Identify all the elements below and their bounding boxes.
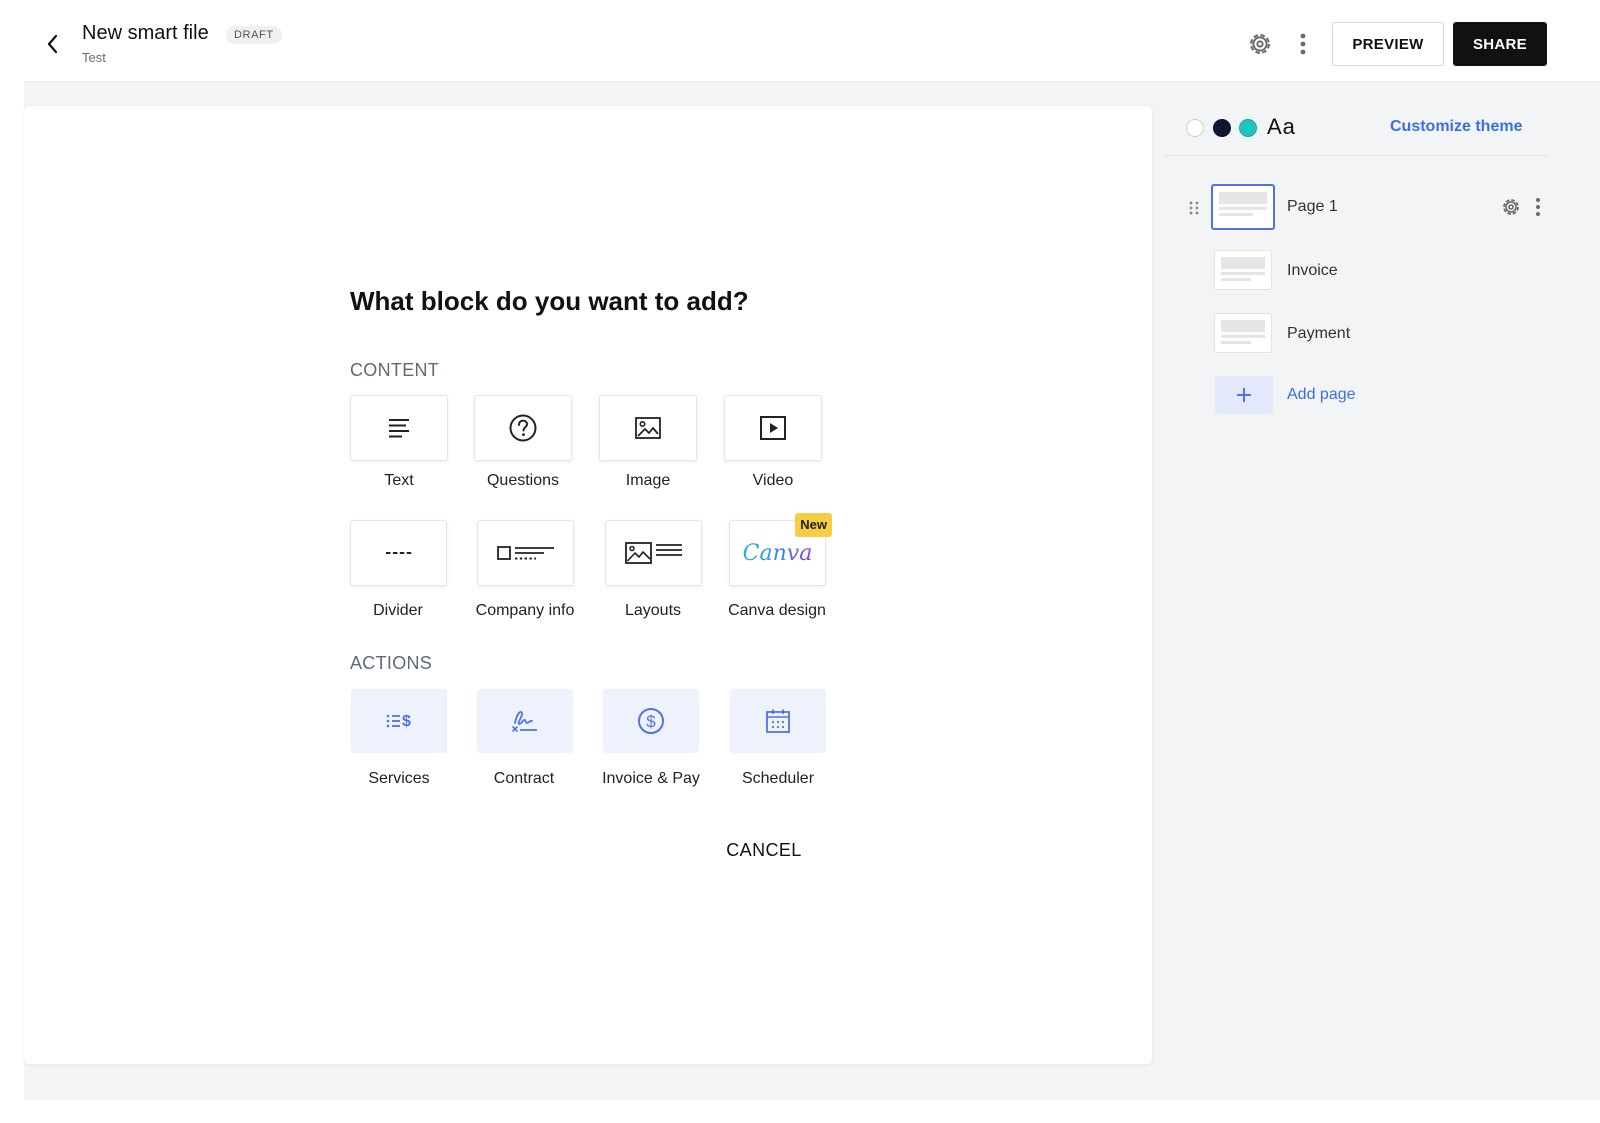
app-window: New smart file DRAFT Test PREVIEW SHARE … [24, 0, 1600, 1100]
block-layouts-label[interactable]: Layouts [583, 602, 723, 620]
theme-swatch-white[interactable] [1186, 119, 1204, 137]
signature-icon [512, 710, 537, 732]
layouts-icon [624, 542, 682, 564]
svg-text:$: $ [402, 713, 411, 730]
page-item-invoice[interactable]: Invoice [1164, 250, 1548, 298]
block-scheduler-label[interactable]: Scheduler [708, 770, 848, 788]
block-invoice-pay-label[interactable]: Invoice & Pay [581, 770, 721, 788]
services-icon: $ [386, 713, 411, 730]
theme-swatch-navy[interactable] [1213, 119, 1231, 137]
theme-font-sample[interactable]: Aa [1267, 114, 1296, 140]
divider-icon [385, 552, 412, 554]
block-contract-label[interactable]: Contract [454, 770, 594, 788]
file-title: New smart file [82, 22, 209, 44]
block-video-tile[interactable] [724, 395, 822, 461]
block-contract-tile[interactable] [477, 689, 573, 753]
page-item-page-1[interactable]: Page 1 [1164, 184, 1548, 232]
editor-canvas: What block do you want to add? CONTENT T… [24, 106, 1152, 1064]
status-badge: DRAFT [226, 26, 282, 44]
page-sidebar: Aa Customize theme Page 1 Invoice Paymen… [1164, 94, 1600, 1064]
customize-theme-link[interactable]: Customize theme [1390, 118, 1522, 136]
more-vertical-icon[interactable] [1528, 196, 1548, 218]
block-company-info-label[interactable]: Company info [455, 602, 595, 620]
page-item-payment[interactable]: Payment [1164, 313, 1548, 361]
page-thumbnail[interactable] [1214, 250, 1272, 290]
add-page-button[interactable] [1215, 376, 1273, 414]
file-subtitle: Test [82, 50, 106, 65]
page-thumbnail[interactable] [1211, 184, 1275, 230]
block-text-label[interactable]: Text [329, 472, 469, 490]
canva-logo: Canva [742, 540, 813, 566]
page-label: Page 1 [1287, 198, 1338, 215]
gear-icon[interactable] [1500, 196, 1522, 218]
theme-row: Aa Customize theme [1164, 94, 1548, 156]
company-info-icon [496, 546, 554, 560]
block-canva-design-label[interactable]: Canva design [707, 602, 847, 620]
block-divider-tile[interactable] [350, 520, 447, 586]
plus-icon [1237, 388, 1251, 402]
calendar-icon [766, 709, 790, 733]
block-picker-title: What block do you want to add? [350, 286, 749, 316]
preview-button[interactable]: PREVIEW [1332, 22, 1444, 66]
drag-handle-icon[interactable] [1188, 200, 1200, 216]
block-video-label[interactable]: Video [703, 472, 843, 490]
text-lines-icon [389, 419, 409, 438]
block-services-label[interactable]: Services [329, 770, 469, 788]
top-header: New smart file DRAFT Test PREVIEW SHARE [24, 0, 1600, 82]
block-services-tile[interactable]: $ [351, 689, 447, 753]
gear-icon [1250, 34, 1270, 54]
block-canva-design-tile[interactable]: Canva New [729, 513, 832, 586]
share-button[interactable]: SHARE [1453, 22, 1547, 66]
svg-text:$: $ [646, 712, 656, 731]
cancel-button[interactable]: CANCEL [714, 840, 814, 866]
block-questions-label[interactable]: Questions [453, 472, 593, 490]
block-invoice-pay-tile[interactable]: $ [603, 689, 699, 753]
content-section-label: CONTENT [350, 360, 440, 380]
block-scheduler-tile[interactable] [730, 689, 826, 753]
more-options-button[interactable] [1290, 29, 1316, 59]
block-questions-tile[interactable] [474, 395, 572, 461]
image-icon [635, 417, 661, 439]
more-vertical-icon [1300, 33, 1306, 55]
block-layouts-tile[interactable] [605, 520, 702, 586]
add-page-label[interactable]: Add page [1287, 386, 1356, 404]
chevron-left-icon [47, 34, 58, 54]
settings-button[interactable] [1244, 28, 1276, 60]
dollar-circle-icon: $ [638, 708, 664, 734]
theme-swatch-teal[interactable] [1239, 119, 1257, 137]
block-text-tile[interactable] [350, 395, 448, 461]
back-button[interactable] [40, 29, 66, 59]
page-thumbnail[interactable] [1214, 313, 1272, 353]
question-circle-icon [509, 414, 537, 442]
block-image-label[interactable]: Image [578, 472, 718, 490]
page-label: Payment [1287, 325, 1351, 342]
actions-section-label: ACTIONS [350, 653, 433, 673]
block-image-tile[interactable] [599, 395, 697, 461]
video-play-icon [760, 416, 786, 440]
page-label: Invoice [1287, 262, 1338, 279]
block-divider-label[interactable]: Divider [328, 602, 468, 620]
new-badge: New [795, 513, 832, 537]
block-company-info-tile[interactable] [477, 520, 574, 586]
